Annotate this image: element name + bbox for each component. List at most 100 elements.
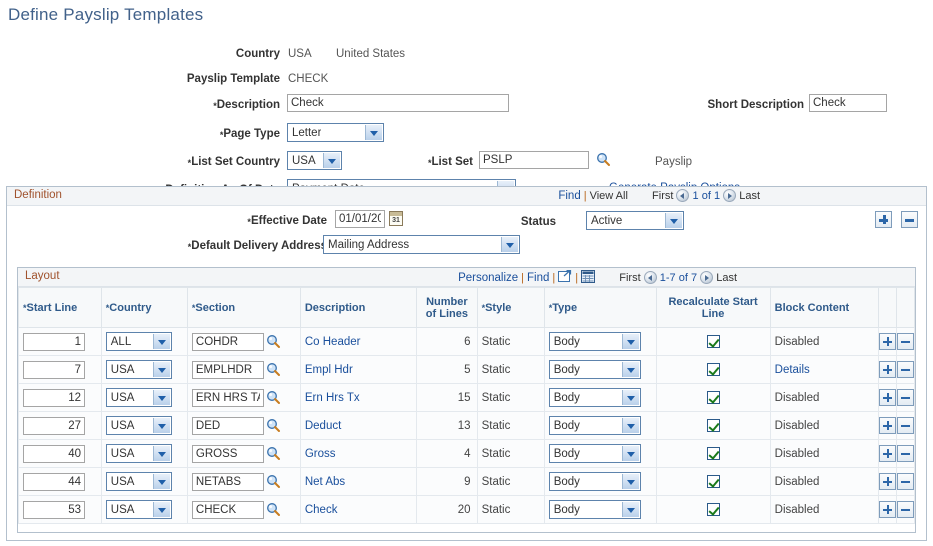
definition-find-link[interactable]: Find [558,190,580,202]
chevron-down-icon[interactable] [323,153,340,168]
chevron-down-icon[interactable] [621,446,639,461]
section-input[interactable] [191,416,264,435]
delete-row-button[interactable] [897,389,915,406]
description-link[interactable]: Net Abs [305,476,345,488]
chevron-down-icon[interactable] [152,362,170,377]
add-row-button[interactable] [879,501,897,518]
add-row-button[interactable] [879,473,897,490]
definition-add-row-button[interactable] [875,211,892,228]
delete-row-button[interactable] [897,417,915,434]
description-link[interactable]: Co Header [305,336,361,348]
start-line-input[interactable] [23,388,85,407]
description-link[interactable]: Ern Hrs Tx [305,392,360,404]
cell-delete-row [896,327,915,356]
section-input[interactable] [191,500,264,519]
recalculate-start-line-checkbox[interactable] [706,391,720,404]
block-content-link[interactable]: Details [775,364,810,376]
recalculate-start-line-checkbox[interactable] [706,503,720,516]
start-line-input[interactable] [23,500,85,519]
chevron-down-icon[interactable] [621,474,639,489]
add-row-button[interactable] [879,417,897,434]
add-row-button[interactable] [879,361,897,378]
right-arrow-icon[interactable] [723,189,737,202]
start-line-input[interactable] [23,360,85,379]
add-row-button[interactable] [879,333,897,350]
list-set-input[interactable] [479,151,589,169]
add-row-button[interactable] [879,389,897,406]
chevron-down-icon[interactable] [621,502,639,517]
recalculate-start-line-checkbox[interactable] [706,335,720,348]
effective-date-input[interactable] [335,210,385,228]
description-link[interactable]: Deduct [305,420,341,432]
magnifier-icon[interactable] [266,502,281,517]
magnifier-icon[interactable] [266,418,281,433]
list-set-country-select[interactable]: USA [287,151,342,170]
definition-delete-row-button[interactable] [901,211,918,228]
column-header-description: Description [299,287,418,328]
recalculate-start-line-checkbox[interactable] [706,419,720,432]
section-input[interactable] [191,388,264,407]
recalculate-start-line-checkbox[interactable] [706,447,720,460]
magnifier-icon[interactable] [266,474,281,489]
section-input[interactable] [191,472,264,491]
magnifier-icon[interactable] [266,390,281,405]
chevron-down-icon[interactable] [152,502,170,517]
chevron-down-icon[interactable] [621,418,639,433]
chevron-down-icon[interactable] [665,213,682,228]
section-input[interactable] [191,332,264,351]
cell-delete-row [896,467,915,496]
delete-row-button[interactable] [897,361,915,378]
chevron-down-icon[interactable] [621,334,639,349]
magnifier-icon[interactable] [266,334,281,349]
chevron-down-icon[interactable] [501,237,518,252]
delete-row-button[interactable] [897,445,915,462]
recalculate-start-line-checkbox[interactable] [706,475,720,488]
chevron-down-icon[interactable] [365,125,382,140]
calendar-icon[interactable]: 31 [389,211,403,226]
right-arrow-icon[interactable] [700,271,714,284]
chevron-down-icon[interactable] [152,474,170,489]
page-type-select[interactable]: Letter [287,123,384,142]
add-row-button[interactable] [879,445,897,462]
layout-personalize-link[interactable]: Personalize [458,272,518,284]
status-select[interactable]: Active [586,211,684,230]
magnifier-icon[interactable] [596,152,611,167]
chevron-down-icon[interactable] [621,362,639,377]
layout-find-link[interactable]: Find [527,272,549,284]
description-input[interactable] [287,94,509,112]
delete-row-button[interactable] [897,501,915,518]
magnifier-icon[interactable] [266,446,281,461]
left-arrow-icon[interactable] [643,271,657,284]
chevron-down-icon[interactable] [152,390,170,405]
description-link[interactable]: Empl Hdr [305,364,353,376]
section-input[interactable] [191,444,264,463]
description-link[interactable]: Check [305,504,338,516]
recalculate-start-line-checkbox[interactable] [706,363,720,376]
start-line-input[interactable] [23,472,85,491]
magnifier-icon[interactable] [266,362,281,377]
start-line-input[interactable] [23,416,85,435]
definition-last-label[interactable]: Last [739,190,760,202]
short-description-input[interactable] [809,94,887,112]
left-arrow-icon[interactable] [676,189,690,202]
delete-row-button[interactable] [897,333,915,350]
chevron-down-icon[interactable] [621,390,639,405]
description-link[interactable]: Gross [305,448,336,460]
layout-last-label[interactable]: Last [716,272,737,284]
cell-block-content: Disabled [769,467,880,496]
start-line-input[interactable] [23,332,85,351]
default-delivery-address-select[interactable]: Mailing Address [323,235,520,254]
start-line-input[interactable] [23,444,85,463]
section-input[interactable] [191,360,264,379]
layout-first-label[interactable]: First [619,272,640,284]
chevron-down-icon[interactable] [152,418,170,433]
chevron-down-icon[interactable] [152,334,170,349]
download-to-excel-icon[interactable] [558,269,572,283]
definition-view-all-link[interactable]: View All [590,190,628,202]
cell-start-line [18,411,102,440]
chevron-down-icon[interactable] [152,446,170,461]
delete-row-button[interactable] [897,473,915,490]
definition-title: Definition [14,189,62,201]
definition-first-label[interactable]: First [652,190,673,202]
view-grid-icon[interactable] [581,270,596,283]
